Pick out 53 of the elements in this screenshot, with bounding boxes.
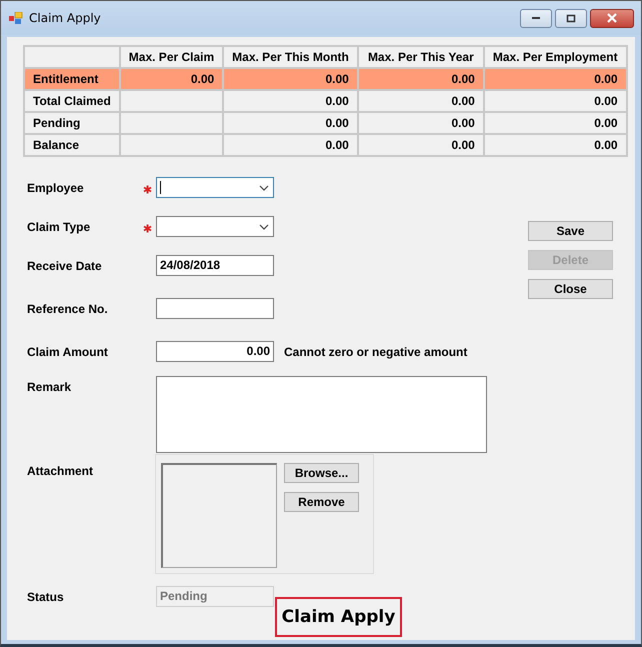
- maximize-button[interactable]: [555, 8, 587, 28]
- app-icon: [9, 12, 23, 24]
- caption-label: Claim Apply: [275, 597, 402, 637]
- column-header: Max. Per Employment: [484, 46, 627, 68]
- validation-message: Cannot zero or negative amount: [284, 344, 468, 359]
- amount-field[interactable]: 0.00: [156, 341, 274, 362]
- text-field[interactable]: [156, 298, 274, 319]
- table-cell: 0.00: [484, 112, 627, 134]
- field-label: Attachment: [27, 463, 94, 478]
- field-label: Remark: [27, 379, 72, 394]
- table-cell: 0.00: [358, 134, 484, 156]
- table-cell: 0.00: [484, 134, 627, 156]
- minimize-button[interactable]: [520, 8, 552, 28]
- close-icon: [606, 13, 618, 23]
- table-cell: 0.00: [223, 90, 358, 112]
- field-label: Employee: [27, 180, 85, 195]
- table-cell: 0.00: [223, 68, 358, 90]
- table-cell: 0.00: [223, 112, 358, 134]
- field-label: Status: [27, 589, 65, 604]
- required-icon: [143, 224, 152, 233]
- close-button[interactable]: [590, 8, 634, 28]
- table-cell: 0.00: [358, 68, 484, 90]
- row-header: Pending: [24, 112, 120, 134]
- action-button[interactable]: Save: [528, 221, 613, 241]
- dropdown-field[interactable]: [156, 216, 274, 237]
- attachment-button[interactable]: Browse...: [284, 463, 359, 483]
- attachment-button[interactable]: Remove: [284, 492, 359, 512]
- table-cell: 0.00: [484, 68, 627, 90]
- remark-field[interactable]: [156, 376, 487, 453]
- minimize-icon: [531, 16, 541, 20]
- field-label: Claim Amount: [27, 344, 109, 359]
- table-cell: 0.00: [223, 134, 358, 156]
- chevron-down-icon: [259, 185, 269, 191]
- column-header: Max. Per This Month: [223, 46, 358, 68]
- column-header: Max. Per Claim: [120, 46, 224, 68]
- required-icon: [143, 185, 152, 194]
- field-label: Receive Date: [27, 258, 103, 273]
- table-cell: 0.00: [358, 90, 484, 112]
- row-header: Balance: [24, 134, 120, 156]
- row-header: Total Claimed: [24, 90, 120, 112]
- dropdown-field[interactable]: [156, 177, 274, 198]
- maximize-icon: [566, 14, 576, 22]
- text-field[interactable]: 24/08/2018: [156, 255, 274, 276]
- action-button[interactable]: Close: [528, 279, 613, 299]
- chevron-down-icon: [259, 224, 269, 230]
- table-cell: 0.00: [358, 112, 484, 134]
- field-label: Reference No.: [27, 301, 109, 316]
- row-header: Entitlement: [24, 68, 120, 90]
- window-title: Claim Apply: [29, 11, 101, 25]
- column-header: Max. Per This Year: [358, 46, 484, 68]
- table-cell: 0.00: [120, 68, 224, 90]
- table-cell: 0.00: [484, 90, 627, 112]
- field-label: Claim Type: [27, 219, 92, 234]
